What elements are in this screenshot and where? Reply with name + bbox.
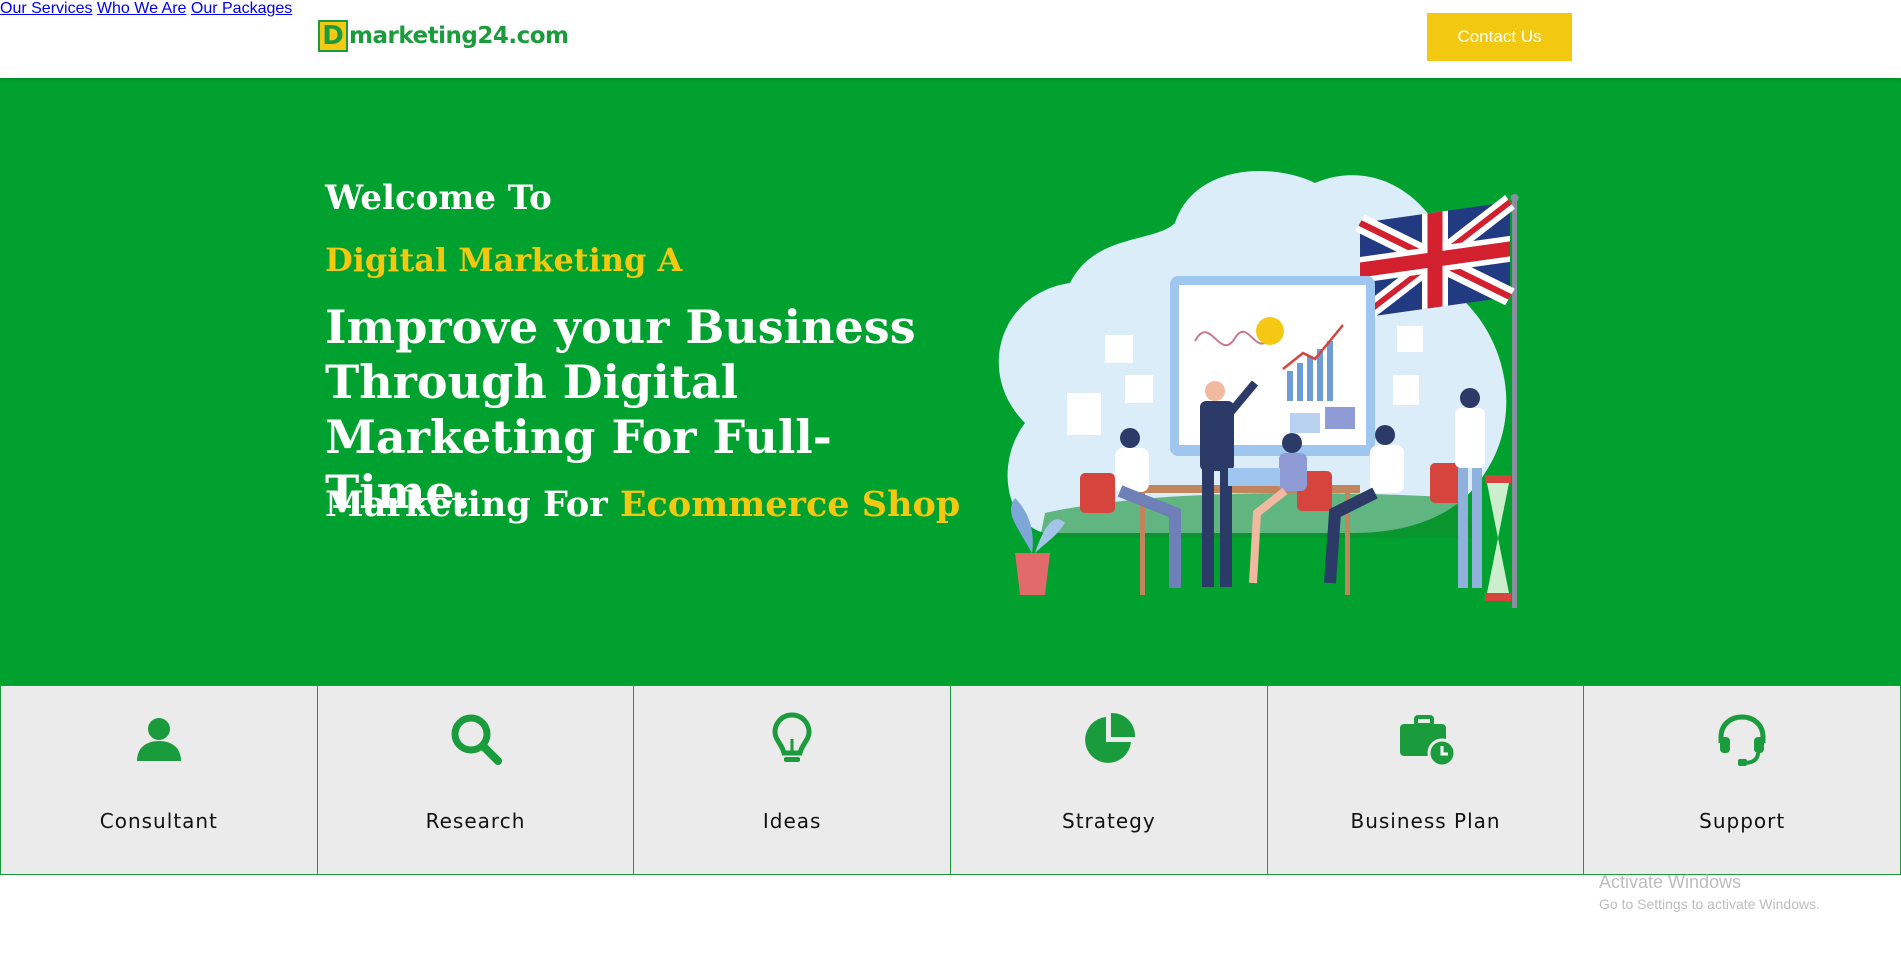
hero-sub-highlight: Ecommerce Shop: [619, 484, 961, 525]
feature-ideas[interactable]: Ideas: [634, 685, 952, 875]
feature-label: Support: [1699, 809, 1786, 833]
logo-mark: D: [318, 20, 348, 52]
feature-strategy[interactable]: Strategy: [951, 685, 1268, 875]
lightbulb-icon: [772, 712, 812, 762]
feature-label: Consultant: [99, 809, 218, 833]
nav-who-we-are[interactable]: Who We Are: [97, 0, 187, 17]
features-row: Consultant Research Ideas Strategy Busin…: [0, 685, 1901, 875]
activate-windows-subtitle: Go to Settings to activate Windows.: [1599, 896, 1820, 912]
hero-section: Welcome To Digital Marketing A Improve y…: [0, 78, 1901, 685]
hero-digital-marketing: Digital Marketing A: [325, 241, 683, 279]
search-icon: [451, 714, 502, 765]
nav-our-services[interactable]: Our Services: [0, 0, 92, 17]
feature-research[interactable]: Research: [317, 685, 635, 875]
feature-label: Research: [425, 809, 526, 833]
hero-sub-prefix: Marketing For: [325, 484, 620, 525]
headset-icon: [1718, 714, 1766, 766]
feature-label: Strategy: [1062, 809, 1156, 833]
site-logo[interactable]: D marketing24.com: [318, 18, 569, 54]
site-header: D marketing24.com Our Services Who We Ar…: [0, 0, 1901, 78]
contact-us-button[interactable]: Contact Us: [1427, 13, 1572, 61]
feature-label: Business Plan: [1350, 809, 1501, 833]
feature-support[interactable]: Support: [1584, 685, 1901, 875]
feature-business-plan[interactable]: Business Plan: [1267, 685, 1585, 875]
feature-consultant[interactable]: Consultant: [0, 685, 318, 875]
briefcase-clock-icon: [1399, 715, 1456, 768]
hero-welcome: Welcome To: [325, 178, 552, 218]
user-icon: [136, 718, 181, 761]
activate-windows-title: Activate Windows: [1599, 872, 1742, 892]
pie-chart-icon: [1084, 712, 1135, 763]
feature-label: Ideas: [762, 809, 822, 833]
team-meeting-illustration: [998, 171, 1519, 608]
logo-text: marketing24.com: [349, 23, 569, 49]
hero-subheadline: Marketing For Ecommerce Shop: [325, 484, 960, 525]
hourglass-icon: [1485, 475, 1511, 601]
flag-pole: [1512, 198, 1517, 608]
nav-our-packages[interactable]: Our Packages: [191, 0, 292, 17]
